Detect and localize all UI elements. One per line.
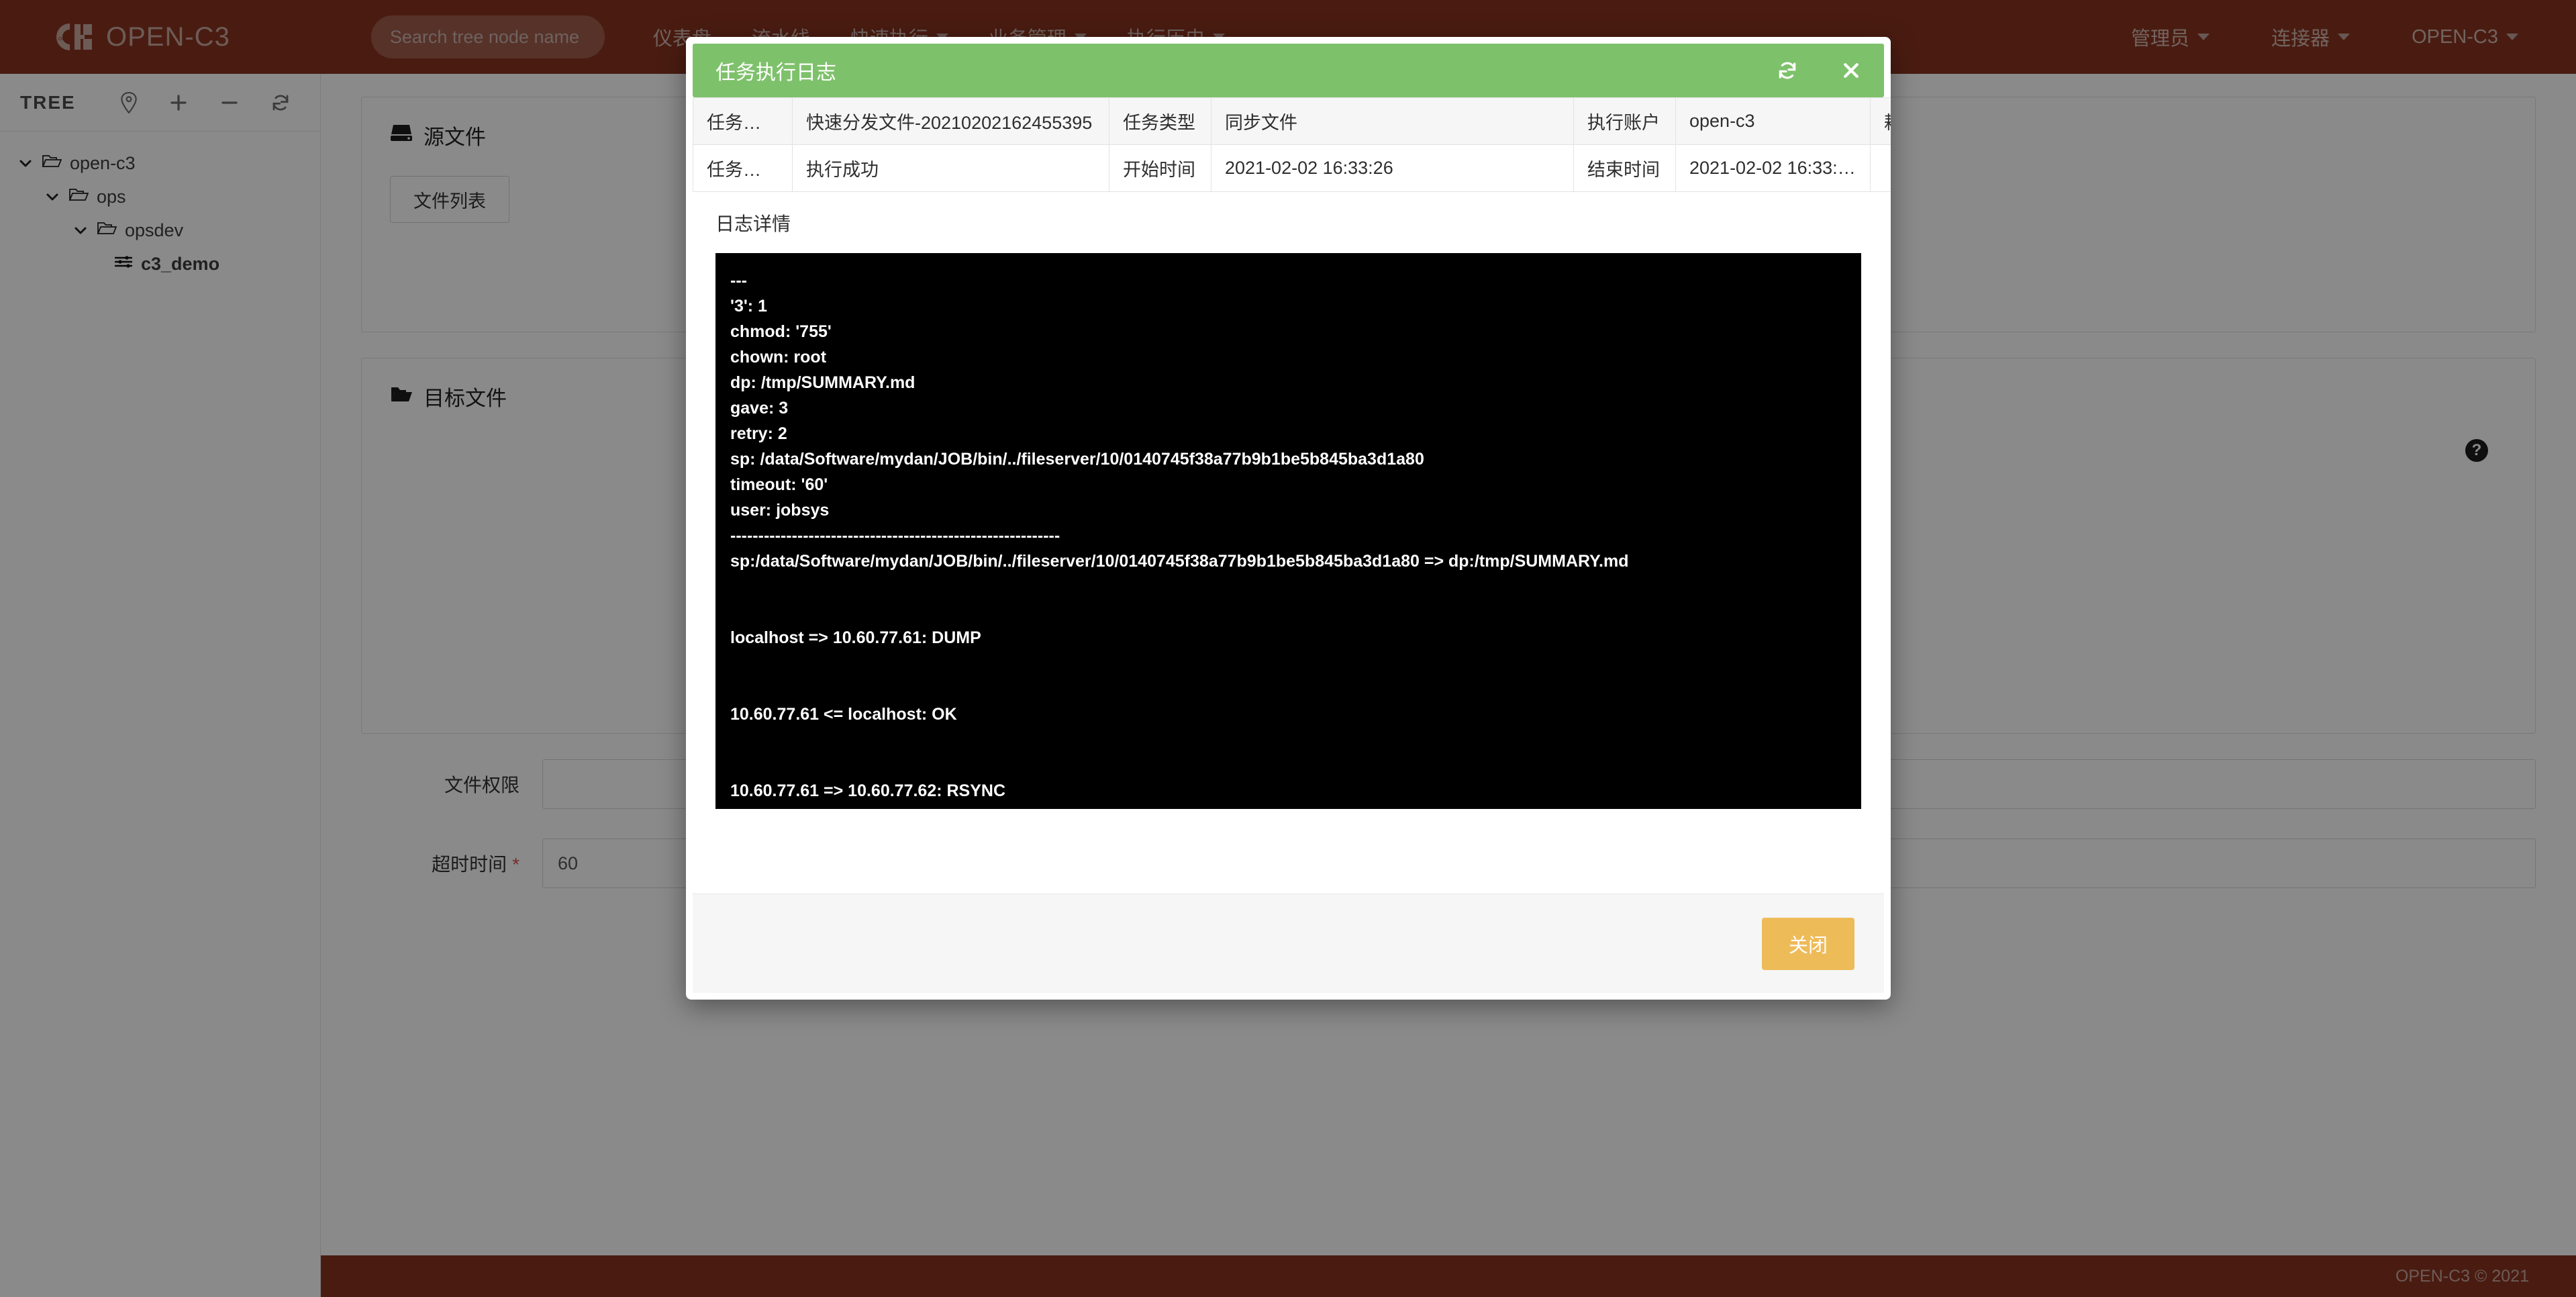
- cell-end-time-value: 2021-02-02 16:33:28: [1676, 145, 1871, 192]
- cell-end-time-label: 结束时间: [1574, 145, 1676, 192]
- modal-header: 任务执行日志: [693, 44, 1884, 97]
- cell-empty-1: [1871, 145, 1891, 192]
- cell-task-name-label: 任务名称: [693, 98, 793, 145]
- cell-task-name-value: 快速分发文件-20210202162455395: [793, 98, 1109, 145]
- task-execution-log-modal: 任务执行日志: [686, 37, 1891, 1000]
- table-row: 任务状态 执行成功 开始时间 2021-02-02 16:33:26 结束时间 …: [693, 145, 1891, 192]
- log-console[interactable]: --- '3': 1 chmod: '755' chown: root dp: …: [715, 253, 1861, 809]
- task-info-table: 任务名称 快速分发文件-20210202162455395 任务类型 同步文件 …: [693, 97, 1891, 192]
- modal-footer: 关闭: [693, 894, 1884, 993]
- cell-start-time-value: 2021-02-02 16:33:26: [1211, 145, 1574, 192]
- modal-title: 任务执行日志: [715, 56, 836, 85]
- cell-start-time-label: 开始时间: [1109, 145, 1211, 192]
- cell-exec-account-value: open-c3: [1676, 98, 1871, 145]
- log-section: 日志详情 --- '3': 1 chmod: '755' chown: root…: [693, 192, 1884, 809]
- refresh-icon[interactable]: [1777, 60, 1798, 81]
- cell-exec-account-label: 执行账户: [1574, 98, 1676, 145]
- modal-body: 任务名称 快速分发文件-20210202162455395 任务类型 同步文件 …: [686, 97, 1891, 894]
- cell-task-status-label: 任务状态: [693, 145, 793, 192]
- close-icon[interactable]: [1841, 60, 1861, 81]
- log-detail-label: 日志详情: [715, 209, 1861, 236]
- status-badge: 执行成功: [793, 145, 1109, 192]
- cell-task-type-value: 同步文件: [1211, 98, 1574, 145]
- table-row: 任务名称 快速分发文件-20210202162455395 任务类型 同步文件 …: [693, 98, 1891, 145]
- close-button[interactable]: 关闭: [1762, 918, 1854, 970]
- cell-duration-label: 耗时: [1871, 98, 1891, 145]
- cell-task-type-label: 任务类型: [1109, 98, 1211, 145]
- modal-header-tools: [1777, 60, 1861, 81]
